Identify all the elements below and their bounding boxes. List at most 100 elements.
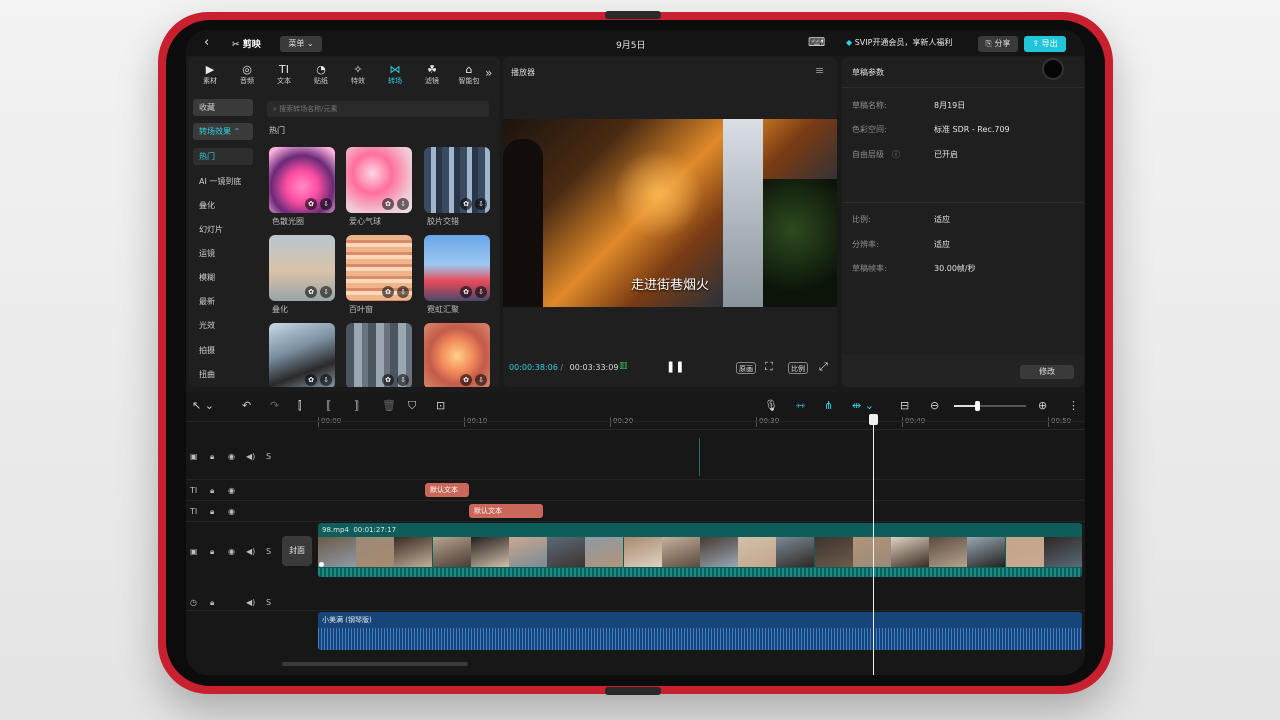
favorite-icon[interactable]: ✿ [460, 374, 472, 386]
modify-button[interactable]: 修改 [1020, 365, 1074, 379]
category-item[interactable]: 最新 [193, 293, 253, 310]
tab-audio[interactable]: ◎ 音频 [232, 63, 262, 86]
favorite-icon[interactable]: ✿ [305, 198, 317, 210]
fullscreen-icon[interactable]: ⤢ [819, 360, 828, 374]
download-icon[interactable]: ⇩ [320, 374, 332, 386]
keyboard-icon[interactable]: ⌨ [808, 35, 825, 49]
zoom-slider[interactable] [954, 401, 1026, 411]
more-options-icon[interactable]: ⋮ [1068, 399, 1079, 412]
tab-effects[interactable]: ✧ 特效 [343, 63, 373, 86]
solo-label[interactable]: S [266, 598, 271, 607]
download-icon[interactable]: ⇩ [397, 198, 409, 210]
transition-thumb[interactable]: ✿ ⇩ [424, 147, 490, 213]
volume-icon[interactable]: ◀) [246, 452, 255, 461]
favorite-icon[interactable]: ✿ [382, 286, 394, 298]
lock-icon[interactable]: 🔒︎ [210, 486, 214, 496]
back-icon[interactable]: ‹ [204, 35, 209, 50]
lock-icon[interactable]: 🔒︎ [210, 452, 214, 462]
eye-icon[interactable]: ◉ [228, 486, 235, 495]
caption-icon[interactable]: ⊡ [436, 399, 445, 412]
screenshot-icon[interactable]: ⛶ [765, 360, 773, 374]
download-icon[interactable]: ⇩ [320, 286, 332, 298]
horizontal-scrollbar[interactable] [282, 662, 468, 666]
player-menu-icon[interactable]: ≡ [815, 64, 824, 77]
lock-icon[interactable]: 🔒︎ [210, 507, 214, 517]
eye-icon[interactable]: ◉ [228, 547, 235, 556]
tab-smart[interactable]: ⌂ 智能包 [454, 63, 484, 86]
favorite-icon[interactable]: ✿ [460, 198, 472, 210]
playhead-handle[interactable] [869, 414, 878, 425]
download-icon[interactable]: ⇩ [475, 374, 487, 386]
transition-thumb[interactable]: ✿ ⇩ [346, 147, 412, 213]
favorite-icon[interactable]: ✿ [460, 286, 472, 298]
category-item[interactable]: 叠化 [193, 197, 253, 214]
favorite-icon[interactable]: ✿ [382, 198, 394, 210]
select-tool-icon[interactable]: ↖ ⌄ [192, 399, 214, 412]
favorite-icon[interactable]: ✿ [382, 374, 394, 386]
track-toggle-icon[interactable]: ▣ [190, 547, 198, 556]
delete-icon[interactable]: 🗑 [382, 399, 396, 412]
zoom-slider-handle[interactable] [975, 401, 980, 411]
tab-media[interactable]: ▶ 素材 [195, 63, 225, 86]
download-icon[interactable]: ⇩ [475, 198, 487, 210]
tab-sticker[interactable]: ◔ 贴纸 [306, 63, 336, 86]
text-clip-2[interactable]: 默认文本 [469, 504, 543, 518]
category-item[interactable]: 幻灯片 [193, 221, 253, 238]
download-icon[interactable]: ⇩ [475, 286, 487, 298]
download-icon[interactable]: ⇩ [397, 374, 409, 386]
tab-transition[interactable]: ⋈ 转场 [380, 63, 410, 86]
zoom-in-icon[interactable]: ⊕ [1038, 399, 1047, 412]
transition-thumb[interactable]: ✿ ⇩ [269, 235, 335, 301]
download-icon[interactable]: ⇩ [320, 198, 332, 210]
search-input[interactable]: ⌕ 搜索转场名称/元素 [267, 101, 489, 117]
category-item[interactable]: 转场效果 ⌃ [193, 123, 253, 140]
pause-button[interactable]: ❚❚ [666, 360, 684, 373]
transition-thumb[interactable]: ✿ ⇩ [424, 323, 490, 387]
category-item[interactable]: 热门 [193, 148, 253, 165]
clip-keyframe-dot[interactable] [319, 562, 324, 567]
undo-icon[interactable]: ↶ [242, 399, 251, 412]
playhead[interactable] [873, 416, 874, 675]
help-icon[interactable]: ⓘ [892, 149, 900, 160]
shield-icon[interactable]: ⛉ [408, 399, 416, 413]
ratio-button[interactable]: 比例 [788, 362, 808, 374]
microphone-icon[interactable]: 🎙 [764, 399, 778, 412]
split-icon[interactable]: ⫿ [298, 399, 302, 413]
preview-axis-icon[interactable]: ⊟ [900, 399, 909, 412]
solo-label[interactable]: S [266, 452, 271, 461]
lock-icon[interactable]: 🔒︎ [210, 547, 214, 557]
category-item[interactable]: AI 一镜到底 [193, 173, 253, 190]
export-button[interactable]: ⇪ 导出 [1024, 36, 1066, 52]
link-icon[interactable]: ⇿ [796, 399, 805, 412]
video-clip[interactable]: 98.mp4 00:01:27:17 [318, 523, 1082, 577]
cover-button[interactable]: 封面 [282, 536, 312, 566]
text-clip-1[interactable]: 默认文本 [425, 483, 469, 497]
track-toggle-icon[interactable]: ▣ [190, 452, 198, 461]
transition-thumb[interactable]: ✿ ⇩ [269, 323, 335, 387]
volume-icon[interactable]: ◀) [246, 547, 255, 556]
zoom-out-icon[interactable]: ⊖ [930, 399, 939, 412]
tab-text[interactable]: TI 文本 [269, 63, 299, 86]
category-item[interactable]: 拍摄 [193, 342, 253, 359]
video-preview[interactable]: 走进街巷烟火 [503, 119, 837, 307]
magnet-icon[interactable]: ⋔ [824, 399, 833, 412]
trim-left-icon[interactable]: ⟦ [326, 399, 331, 412]
solo-label[interactable]: S [266, 547, 271, 556]
category-item[interactable]: 收藏 [193, 99, 253, 116]
download-icon[interactable]: ⇩ [397, 286, 409, 298]
favorite-icon[interactable]: ✿ [305, 286, 317, 298]
share-button[interactable]: ⎘ 分享 [978, 36, 1018, 52]
eye-icon[interactable]: ◉ [228, 452, 235, 461]
favorite-icon[interactable]: ✿ [305, 374, 317, 386]
lock-icon[interactable]: 🔒︎ [210, 598, 214, 608]
transition-thumb[interactable]: ✿ ⇩ [269, 147, 335, 213]
more-tabs-icon[interactable]: » [485, 66, 492, 80]
redo-icon[interactable]: ↷ [270, 399, 279, 412]
volume-icon[interactable]: ◀) [246, 598, 255, 607]
transition-thumb[interactable]: ✿ ⇩ [346, 323, 412, 387]
transition-thumb[interactable]: ✿ ⇩ [346, 235, 412, 301]
category-item[interactable]: 扭曲 [193, 366, 253, 383]
original-quality-button[interactable]: 原画 [736, 362, 756, 374]
category-item[interactable]: 模糊 [193, 269, 253, 286]
audio-clip[interactable]: 小美满 (钢琴版) [318, 612, 1082, 650]
